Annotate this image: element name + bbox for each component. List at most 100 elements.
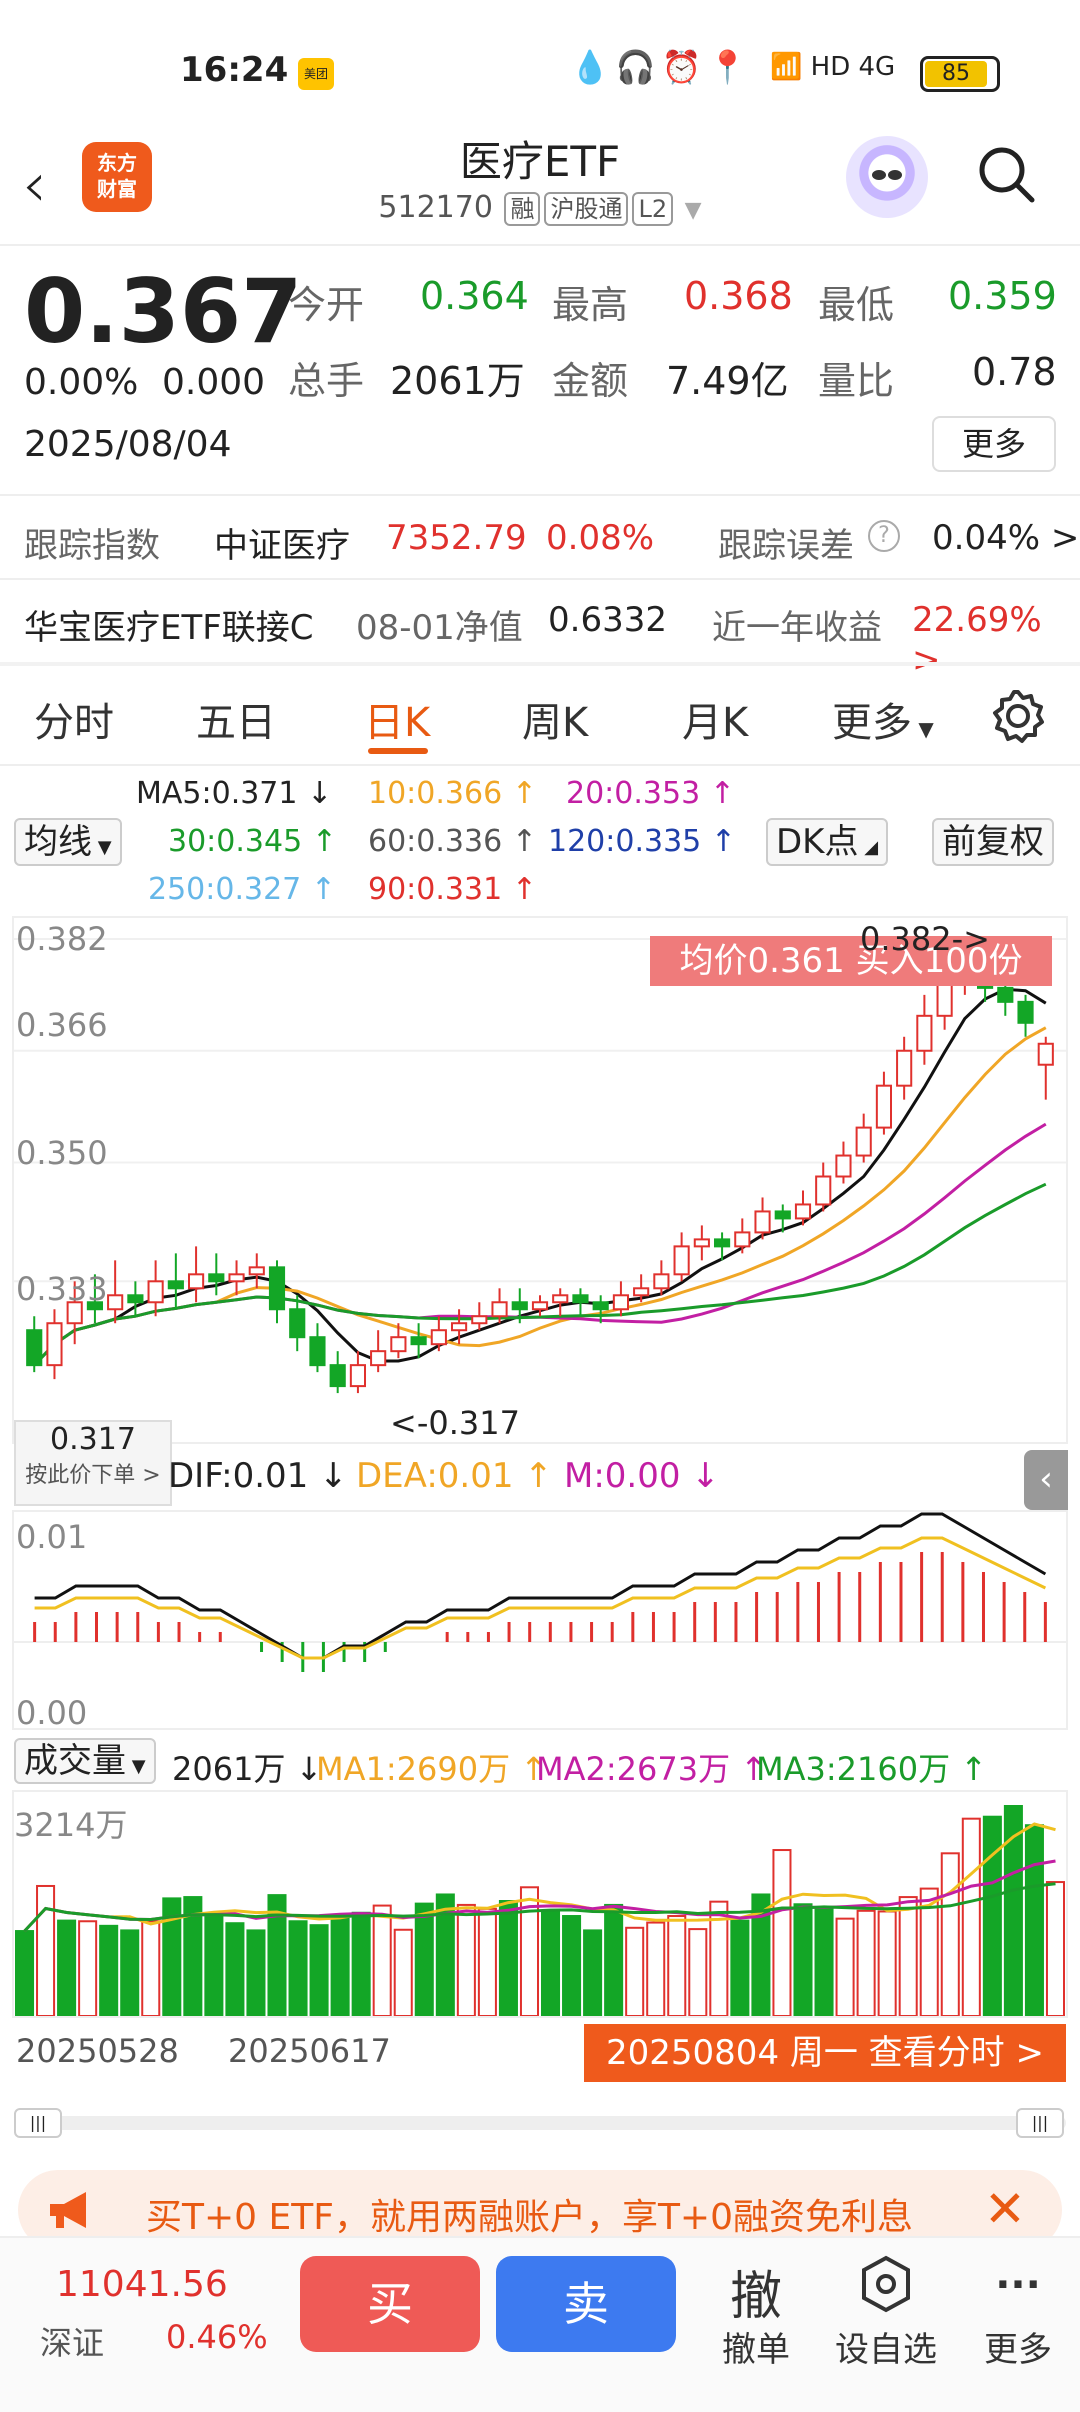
- candle-body: [693, 1238, 710, 1248]
- volume-bar: [604, 1903, 624, 2016]
- ma10-label: 10:0.366 ↑: [368, 776, 537, 811]
- tracking-error-value[interactable]: 0.04% >: [932, 518, 1079, 558]
- szse-index-value[interactable]: 11041.56: [56, 2264, 228, 2305]
- volume-y-top: 3214万: [14, 1806, 128, 1844]
- tab-more[interactable]: 更多 ▼: [832, 690, 934, 748]
- volume-bar: [583, 1929, 603, 2016]
- ai-assistant-robot-icon[interactable]: [846, 136, 928, 218]
- cancel-order-icon[interactable]: 撤: [720, 2254, 792, 2329]
- volume-bar: [372, 1904, 392, 2016]
- volume-value: 2061万: [390, 359, 525, 403]
- tracking-index-name[interactable]: 中证医疗: [214, 518, 350, 567]
- tab-weekly-k[interactable]: 周K: [522, 690, 588, 748]
- ma60-label: 60:0.336 ↑: [368, 824, 537, 859]
- current-price: 0.367: [24, 260, 303, 363]
- kline-chart[interactable]: [14, 918, 1066, 1442]
- candle-body: [147, 1280, 164, 1304]
- dropdown-arrow-icon[interactable]: ▼: [685, 198, 702, 223]
- linked-fund-return-label: 近一年收益: [712, 608, 882, 648]
- candle-body: [248, 1266, 265, 1276]
- volume-ma1: MA1:2690万 ↑: [316, 1750, 548, 1788]
- volume-bar: [877, 1910, 897, 2016]
- ma30-label: 30:0.345 ↑: [168, 824, 337, 859]
- candle-body: [268, 1266, 286, 1311]
- active-tab-indicator: [368, 748, 428, 754]
- settings-gear-icon[interactable]: [990, 688, 1046, 744]
- view-intraday-button[interactable]: 20250804 周一 查看分时 >: [584, 2024, 1066, 2082]
- macd-dif: DIF:0.01 ↓: [168, 1456, 348, 1496]
- sell-button[interactable]: 卖: [496, 2256, 676, 2352]
- close-icon[interactable]: ✕: [984, 2180, 1026, 2238]
- ratio-label: 量比: [818, 359, 895, 403]
- collapse-panel-icon[interactable]: ‹: [1024, 1450, 1068, 1510]
- forward-adjust-button[interactable]: 前复权: [932, 818, 1054, 866]
- tab-five-day[interactable]: 五日: [196, 690, 276, 748]
- tag-margin: 融: [504, 192, 541, 226]
- tab-intraday[interactable]: 分时: [34, 690, 114, 748]
- candle-body: [511, 1301, 528, 1311]
- volume-bar: [225, 1922, 245, 2016]
- tracking-index-change: 0.08%: [546, 518, 655, 558]
- scroll-handle-right[interactable]: |||: [1016, 2108, 1064, 2138]
- add-watchlist-icon[interactable]: [858, 2254, 914, 2314]
- candle-body: [450, 1322, 468, 1332]
- volume-bar: [204, 1913, 224, 2016]
- high-label: 最高: [552, 283, 629, 327]
- cancel-order-button[interactable]: 撤单: [710, 2322, 802, 2371]
- volume-bar: [99, 1924, 119, 2016]
- macd-y-top: 0.01: [16, 1518, 88, 1556]
- ma-selector[interactable]: 均线 ▼: [14, 818, 122, 866]
- price-tag[interactable]: 0.317 按此价下单 >: [14, 1420, 172, 1506]
- dk-point-button[interactable]: DK点 ◢: [766, 818, 889, 866]
- volume-ma2: MA2:2673万 ↑: [536, 1750, 768, 1788]
- tracking-error-label: 跟踪误差: [718, 526, 854, 566]
- candle-body: [491, 1301, 508, 1318]
- volume-bar: [246, 1929, 266, 2016]
- volume-bar: [814, 1907, 834, 2016]
- volume-bar: [898, 1896, 918, 2016]
- tab-monthly-k[interactable]: 月K: [682, 690, 748, 748]
- more-button[interactable]: 更多: [976, 2322, 1060, 2371]
- volume-label: 总手: [288, 359, 365, 403]
- ma5-label: MA5:0.371 ↓: [136, 776, 333, 811]
- candle-body: [1017, 1000, 1034, 1024]
- candle-body: [127, 1294, 144, 1304]
- candle-body: [794, 1203, 812, 1220]
- scroll-handle-left[interactable]: |||: [14, 2108, 62, 2138]
- tab-daily-k[interactable]: 日K: [364, 690, 430, 748]
- indicator-selector[interactable]: 成交量 ▼: [14, 1738, 156, 1784]
- volume-bar: [414, 1902, 434, 2016]
- candle-body: [815, 1175, 832, 1206]
- more-dots-icon[interactable]: ···: [982, 2262, 1054, 2308]
- candle-body: [370, 1350, 387, 1367]
- volume-bar: [667, 1915, 687, 2016]
- y-label-3: 0.350: [16, 1134, 108, 1172]
- high-marker: 0.382->: [860, 920, 990, 958]
- volume-chart[interactable]: [14, 1792, 1066, 2016]
- macd-chart[interactable]: [14, 1512, 1066, 1728]
- candle-body: [612, 1294, 630, 1311]
- candle-body: [754, 1210, 771, 1234]
- more-quote-button[interactable]: 更多: [932, 416, 1056, 472]
- meituan-notification-icon: 美团: [298, 58, 334, 90]
- buy-button[interactable]: 买: [300, 2256, 480, 2352]
- search-icon[interactable]: [976, 144, 1036, 204]
- help-icon[interactable]: ?: [868, 520, 900, 552]
- candle-body: [1037, 1042, 1054, 1066]
- szse-index-change: 0.46%: [166, 2318, 268, 2356]
- volume-bar: [856, 1909, 876, 2016]
- candle-body: [430, 1329, 447, 1346]
- linked-fund-return[interactable]: 22.69% >: [912, 600, 1080, 680]
- status-time: 16:24: [180, 50, 289, 90]
- stock-code: 512170: [378, 190, 493, 225]
- chart-scrollbar[interactable]: [14, 2116, 1066, 2130]
- volume-bar: [141, 1920, 161, 2016]
- macd-dea: DEA:0.01 ↑: [356, 1456, 553, 1496]
- volume-bar: [982, 1815, 1002, 2016]
- linked-fund-name[interactable]: 华宝医疗ETF联接C: [24, 600, 314, 649]
- candle-body: [349, 1364, 367, 1388]
- volume-bar: [393, 1928, 413, 2016]
- candle-body: [410, 1336, 427, 1346]
- add-watchlist-button[interactable]: 设自选: [828, 2322, 944, 2371]
- candle-body: [187, 1273, 205, 1290]
